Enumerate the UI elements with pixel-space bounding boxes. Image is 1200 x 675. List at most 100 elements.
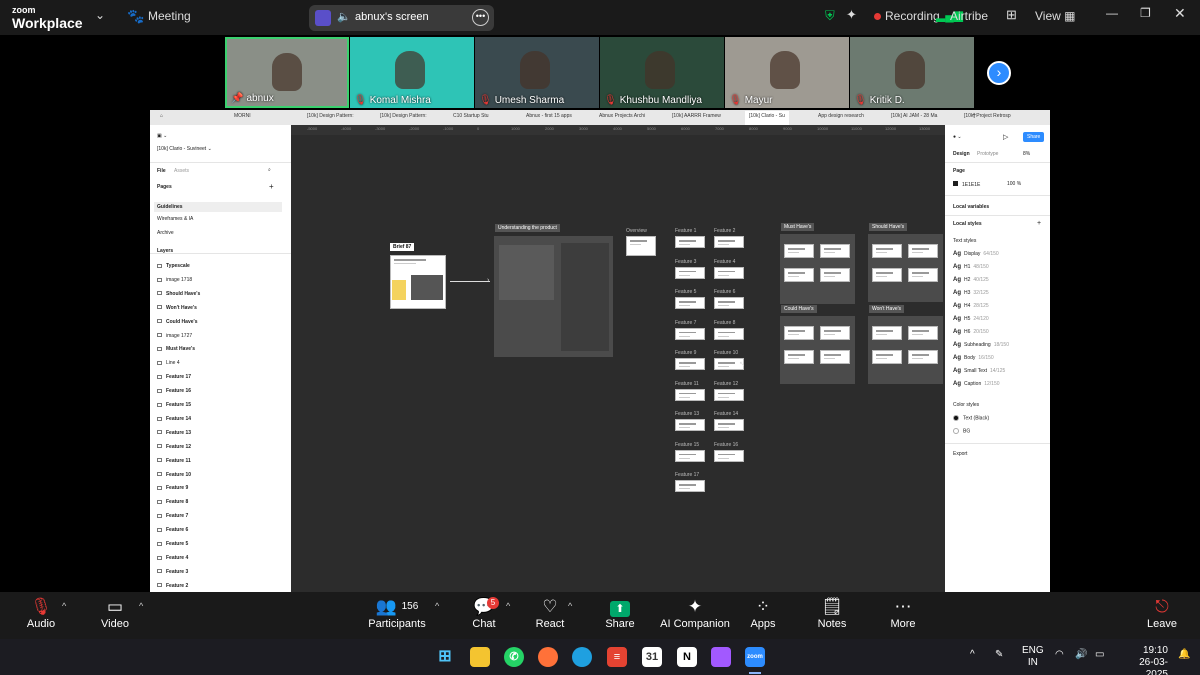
search-icon[interactable]: ⌕ [268,167,271,173]
notion-icon[interactable]: N [677,647,697,667]
tab-assets[interactable]: Assets [174,168,189,174]
feature-card[interactable] [675,480,705,492]
figma-tab[interactable]: [10k] Project Retrosp [964,113,1011,119]
recording-indicator[interactable]: Recording [874,9,940,23]
moscow-card[interactable] [872,350,902,364]
video-caret-icon[interactable]: ^ [139,601,143,611]
figma-icon[interactable] [711,647,731,667]
maximize-icon[interactable]: ❐ [1140,6,1151,20]
share-button[interactable]: ⬆ Share [602,592,638,639]
participants-caret-icon[interactable]: ^ [435,601,439,611]
view-button[interactable]: View ▦ [1035,9,1075,23]
text-style-item[interactable]: Ag H5 24/120 [953,316,989,322]
feature-card[interactable] [714,449,744,462]
video-button[interactable]: ▭ Video [96,592,134,639]
zoom-level[interactable]: 8% [1023,151,1030,157]
feature-card[interactable] [714,327,744,340]
figma-tab[interactable]: C10 Startup Stu [453,113,489,119]
windows-start-icon[interactable]: ⊞ [435,647,455,667]
grid-icon[interactable]: ⊞ [1006,7,1017,23]
firefox-icon[interactable] [538,647,558,667]
zoom-app-icon[interactable]: zoom [745,647,765,667]
play-icon[interactable]: ▷ [1003,133,1008,141]
layer-item[interactable]: Feature 17 [157,374,191,380]
audio-button[interactable]: 🎙 Audio [22,592,60,639]
notification-bell-icon[interactable]: 🔔 [1178,649,1190,661]
page-item[interactable]: Guidelines [154,202,282,212]
notes-button[interactable]: 🗒 Notes [814,592,850,639]
participant-tile[interactable]: 📌 abnux [225,37,349,108]
moscow-card[interactable] [784,350,814,364]
layer-item[interactable]: Feature 9 [157,485,188,491]
ai-companion-button[interactable]: ✦ AI Companion [660,592,730,639]
whatsapp-icon[interactable]: ✆ [504,647,524,667]
layer-item[interactable]: Feature 7 [157,513,188,519]
leave-button[interactable]: ⎋ Leave [1144,592,1180,639]
moscow-card[interactable] [872,268,902,282]
layer-item[interactable]: Feature 13 [157,430,191,436]
speaker-icon[interactable]: 🔈 [337,10,351,23]
language-indicator[interactable]: ENG IN [1022,645,1044,669]
close-icon[interactable]: ✕ [1174,5,1186,22]
layer-item[interactable]: Feature 5 [157,541,188,547]
moscow-card[interactable] [784,326,814,340]
feature-card[interactable] [675,236,705,248]
moscow-card[interactable] [908,268,938,282]
audio-caret-icon[interactable]: ^ [62,601,66,611]
layer-item[interactable]: Feature 12 [157,444,191,450]
figma-tab[interactable]: Abnux - first 15 apps [526,113,572,119]
feature-card[interactable] [675,388,705,401]
text-style-item[interactable]: Ag Subheading 18/150 [953,342,1009,348]
figma-tab[interactable]: [10k] Clario - Su [745,111,789,125]
color-style-item[interactable]: Text (Black) [953,415,989,421]
new-tab-icon[interactable]: + [972,112,976,119]
prototype-tab[interactable]: Prototype [977,151,998,157]
react-button[interactable]: ♡ React [532,592,568,639]
shield-check-icon[interactable]: ⛨ [825,8,835,24]
layer-item[interactable]: Feature 3 [157,569,188,575]
moscow-card[interactable] [784,244,814,258]
moscow-card[interactable] [908,244,938,258]
text-style-item[interactable]: Ag H1 48/150 [953,264,989,270]
feature-card[interactable] [675,419,705,431]
add-style-icon[interactable]: + [1037,220,1041,227]
file-title[interactable]: [10k] Clario - Suvineet ⌄ [157,146,212,152]
feature-card[interactable] [675,297,705,309]
text-style-item[interactable]: Ag Body 16/150 [953,355,994,361]
moscow-card[interactable] [908,326,938,340]
chevron-down-icon[interactable]: ⌄ [95,8,105,22]
text-style-item[interactable]: Ag Small Text 14/125 [953,368,1005,374]
next-page-button[interactable]: › [987,61,1011,85]
figma-tab[interactable]: Abnux Projects Archi [599,113,645,119]
figma-tab[interactable]: [10k] Design Pattern: [307,113,354,119]
participant-tile[interactable]: 🎙 Umesh Sharma [475,37,599,108]
layer-item[interactable]: Must Have's [157,346,195,352]
feature-card[interactable] [675,358,705,370]
figma-tab[interactable]: [10k] AI JAM - 28 Ma [891,113,937,119]
figma-menu-icon[interactable]: ▣ ⌄ [157,133,167,139]
moscow-card[interactable] [820,350,850,364]
layer-item[interactable]: Feature 14 [157,416,191,422]
text-style-item[interactable]: Ag H4 28/125 [953,303,989,309]
calendar-icon[interactable]: 31 [642,647,662,667]
moscow-card[interactable] [820,326,850,340]
participant-tile[interactable]: 🎙 Kritik D. [850,37,974,108]
layer-item[interactable]: Won't Have's [157,305,197,311]
feature-card[interactable] [675,266,705,279]
volume-icon[interactable]: 🔊 [1075,649,1087,661]
react-caret-icon[interactable]: ^ [568,601,572,611]
feature-card[interactable] [714,419,744,431]
layer-item[interactable]: Feature 6 [157,527,188,533]
feature-card[interactable] [714,236,744,248]
moscow-card[interactable] [872,326,902,340]
meeting-label[interactable]: Meeting [148,9,191,23]
clock[interactable]: 19:10 26-03-2025 [1118,645,1168,675]
participant-tile[interactable]: 🎙 Komal Mishra [350,37,474,108]
sparkle-icon[interactable]: ✦ [846,7,857,23]
layer-item[interactable]: Feature 10 [157,472,191,478]
layer-item[interactable]: Should Have's [157,291,200,297]
moscow-card[interactable] [820,244,850,258]
apps-button[interactable]: ⁘ Apps [745,592,781,639]
pen-icon[interactable]: ✎ [995,649,1003,661]
page-item[interactable]: Archive [157,230,174,236]
